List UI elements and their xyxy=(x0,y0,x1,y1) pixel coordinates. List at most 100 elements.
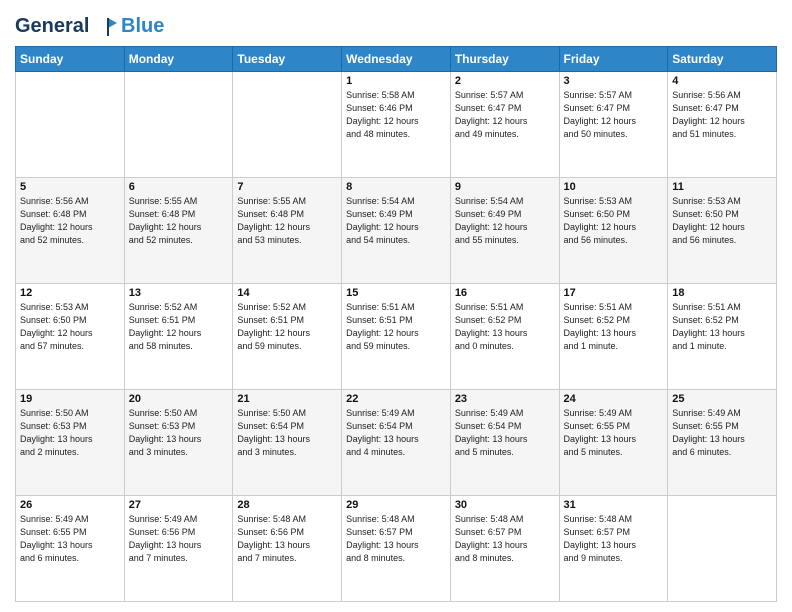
day-info: Sunrise: 5:48 AM Sunset: 6:57 PM Dayligh… xyxy=(564,513,664,565)
day-number: 31 xyxy=(564,499,664,511)
day-number: 11 xyxy=(672,181,772,193)
weekday-header-wednesday: Wednesday xyxy=(342,47,451,72)
day-info: Sunrise: 5:54 AM Sunset: 6:49 PM Dayligh… xyxy=(455,195,555,247)
calendar-cell: 10Sunrise: 5:53 AM Sunset: 6:50 PM Dayli… xyxy=(559,178,668,284)
calendar-cell xyxy=(233,72,342,178)
day-info: Sunrise: 5:51 AM Sunset: 6:51 PM Dayligh… xyxy=(346,301,446,353)
day-number: 20 xyxy=(129,393,229,405)
weekday-header-saturday: Saturday xyxy=(668,47,777,72)
day-number: 30 xyxy=(455,499,555,511)
day-info: Sunrise: 5:53 AM Sunset: 6:50 PM Dayligh… xyxy=(672,195,772,247)
day-info: Sunrise: 5:53 AM Sunset: 6:50 PM Dayligh… xyxy=(20,301,120,353)
calendar-cell xyxy=(16,72,125,178)
calendar-cell: 23Sunrise: 5:49 AM Sunset: 6:54 PM Dayli… xyxy=(450,390,559,496)
day-number: 18 xyxy=(672,287,772,299)
day-number: 24 xyxy=(564,393,664,405)
day-info: Sunrise: 5:48 AM Sunset: 6:57 PM Dayligh… xyxy=(455,513,555,565)
day-info: Sunrise: 5:51 AM Sunset: 6:52 PM Dayligh… xyxy=(672,301,772,353)
week-row-4: 26 Sunrise: 5:49 AM Sunset: 6:55 PM Dayli… xyxy=(16,496,777,602)
calendar-cell: 1Sunrise: 5:58 AM Sunset: 6:46 PM Daylig… xyxy=(342,72,451,178)
day-number: 8 xyxy=(346,181,446,193)
weekday-header-monday: Monday xyxy=(124,47,233,72)
day-number: 3 xyxy=(564,75,664,87)
day-info: Sunrise: 5:52 AM Sunset: 6:51 PM Dayligh… xyxy=(129,301,229,353)
day-info: Sunrise: 5:55 AM Sunset: 6:48 PM Dayligh… xyxy=(237,195,337,247)
calendar-cell: 26 Sunrise: 5:49 AM Sunset: 6:55 PM Dayli… xyxy=(16,496,125,602)
day-info: Sunrise: 5:56 AM Sunset: 6:47 PM Dayligh… xyxy=(672,89,772,141)
calendar-cell: 31 Sunrise: 5:48 AM Sunset: 6:57 PM Dayli… xyxy=(559,496,668,602)
day-info: Sunrise: 5:58 AM Sunset: 6:46 PM Dayligh… xyxy=(346,89,446,141)
calendar-cell: 3 Sunrise: 5:57 AM Sunset: 6:47 PM Daylig… xyxy=(559,72,668,178)
calendar-cell: 11 Sunrise: 5:53 AM Sunset: 6:50 PM Dayli… xyxy=(668,178,777,284)
day-number: 28 xyxy=(237,499,337,511)
day-info: Sunrise: 5:51 AM Sunset: 6:52 PM Dayligh… xyxy=(455,301,555,353)
day-info: Sunrise: 5:49 AM Sunset: 6:55 PM Dayligh… xyxy=(20,513,120,565)
day-info: Sunrise: 5:49 AM Sunset: 6:54 PM Dayligh… xyxy=(455,407,555,459)
weekday-header-sunday: Sunday xyxy=(16,47,125,72)
calendar-cell: 6Sunrise: 5:55 AM Sunset: 6:48 PM Daylig… xyxy=(124,178,233,284)
day-number: 14 xyxy=(237,287,337,299)
calendar-cell: 8Sunrise: 5:54 AM Sunset: 6:49 PM Daylig… xyxy=(342,178,451,284)
day-number: 2 xyxy=(455,75,555,87)
calendar-cell: 27Sunrise: 5:49 AM Sunset: 6:56 PM Dayli… xyxy=(124,496,233,602)
day-info: Sunrise: 5:50 AM Sunset: 6:53 PM Dayligh… xyxy=(129,407,229,459)
page: General Blue SundayMondayTuesdayWednesda… xyxy=(0,0,792,612)
day-number: 26 xyxy=(20,499,120,511)
calendar-cell: 5 Sunrise: 5:56 AM Sunset: 6:48 PM Daylig… xyxy=(16,178,125,284)
week-row-0: 1Sunrise: 5:58 AM Sunset: 6:46 PM Daylig… xyxy=(16,72,777,178)
calendar-cell: 21 Sunrise: 5:50 AM Sunset: 6:54 PM Dayli… xyxy=(233,390,342,496)
calendar-cell: 15 Sunrise: 5:51 AM Sunset: 6:51 PM Dayli… xyxy=(342,284,451,390)
logo-blue: Blue xyxy=(121,15,164,38)
day-number: 15 xyxy=(346,287,446,299)
calendar-cell: 30 Sunrise: 5:48 AM Sunset: 6:57 PM Dayli… xyxy=(450,496,559,602)
calendar-cell: 9 Sunrise: 5:54 AM Sunset: 6:49 PM Daylig… xyxy=(450,178,559,284)
weekday-header-tuesday: Tuesday xyxy=(233,47,342,72)
day-info: Sunrise: 5:57 AM Sunset: 6:47 PM Dayligh… xyxy=(564,89,664,141)
day-number: 19 xyxy=(20,393,120,405)
calendar-cell xyxy=(124,72,233,178)
day-number: 16 xyxy=(455,287,555,299)
day-number: 10 xyxy=(564,181,664,193)
calendar-cell: 7Sunrise: 5:55 AM Sunset: 6:48 PM Daylig… xyxy=(233,178,342,284)
logo-general: General xyxy=(15,15,89,37)
logo: General Blue xyxy=(15,15,164,38)
day-number: 17 xyxy=(564,287,664,299)
day-number: 25 xyxy=(672,393,772,405)
day-info: Sunrise: 5:56 AM Sunset: 6:48 PM Dayligh… xyxy=(20,195,120,247)
calendar-cell: 22 Sunrise: 5:49 AM Sunset: 6:54 PM Dayli… xyxy=(342,390,451,496)
week-row-1: 5 Sunrise: 5:56 AM Sunset: 6:48 PM Daylig… xyxy=(16,178,777,284)
header: General Blue xyxy=(15,15,777,38)
day-number: 9 xyxy=(455,181,555,193)
day-info: Sunrise: 5:49 AM Sunset: 6:54 PM Dayligh… xyxy=(346,407,446,459)
calendar-cell xyxy=(668,496,777,602)
calendar-cell: 24 Sunrise: 5:49 AM Sunset: 6:55 PM Dayli… xyxy=(559,390,668,496)
week-row-2: 12 Sunrise: 5:53 AM Sunset: 6:50 PM Dayli… xyxy=(16,284,777,390)
day-number: 13 xyxy=(129,287,229,299)
day-number: 4 xyxy=(672,75,772,87)
day-number: 5 xyxy=(20,181,120,193)
calendar-cell: 28Sunrise: 5:48 AM Sunset: 6:56 PM Dayli… xyxy=(233,496,342,602)
calendar-cell: 4 Sunrise: 5:56 AM Sunset: 6:47 PM Daylig… xyxy=(668,72,777,178)
logo-flag-icon xyxy=(97,16,119,38)
calendar-cell: 16 Sunrise: 5:51 AM Sunset: 6:52 PM Dayli… xyxy=(450,284,559,390)
day-info: Sunrise: 5:51 AM Sunset: 6:52 PM Dayligh… xyxy=(564,301,664,353)
calendar-cell: 20 Sunrise: 5:50 AM Sunset: 6:53 PM Dayli… xyxy=(124,390,233,496)
day-info: Sunrise: 5:49 AM Sunset: 6:55 PM Dayligh… xyxy=(672,407,772,459)
calendar-cell: 17 Sunrise: 5:51 AM Sunset: 6:52 PM Dayli… xyxy=(559,284,668,390)
day-info: Sunrise: 5:57 AM Sunset: 6:47 PM Dayligh… xyxy=(455,89,555,141)
calendar-cell: 14Sunrise: 5:52 AM Sunset: 6:51 PM Dayli… xyxy=(233,284,342,390)
day-number: 22 xyxy=(346,393,446,405)
calendar-cell: 13 Sunrise: 5:52 AM Sunset: 6:51 PM Dayli… xyxy=(124,284,233,390)
day-info: Sunrise: 5:49 AM Sunset: 6:56 PM Dayligh… xyxy=(129,513,229,565)
weekday-header-thursday: Thursday xyxy=(450,47,559,72)
day-info: Sunrise: 5:49 AM Sunset: 6:55 PM Dayligh… xyxy=(564,407,664,459)
calendar-cell: 29Sunrise: 5:48 AM Sunset: 6:57 PM Dayli… xyxy=(342,496,451,602)
calendar-cell: 19 Sunrise: 5:50 AM Sunset: 6:53 PM Dayli… xyxy=(16,390,125,496)
day-info: Sunrise: 5:50 AM Sunset: 6:54 PM Dayligh… xyxy=(237,407,337,459)
week-row-3: 19 Sunrise: 5:50 AM Sunset: 6:53 PM Dayli… xyxy=(16,390,777,496)
day-info: Sunrise: 5:50 AM Sunset: 6:53 PM Dayligh… xyxy=(20,407,120,459)
calendar-cell: 2 Sunrise: 5:57 AM Sunset: 6:47 PM Daylig… xyxy=(450,72,559,178)
day-number: 21 xyxy=(237,393,337,405)
weekday-header-friday: Friday xyxy=(559,47,668,72)
day-number: 12 xyxy=(20,287,120,299)
